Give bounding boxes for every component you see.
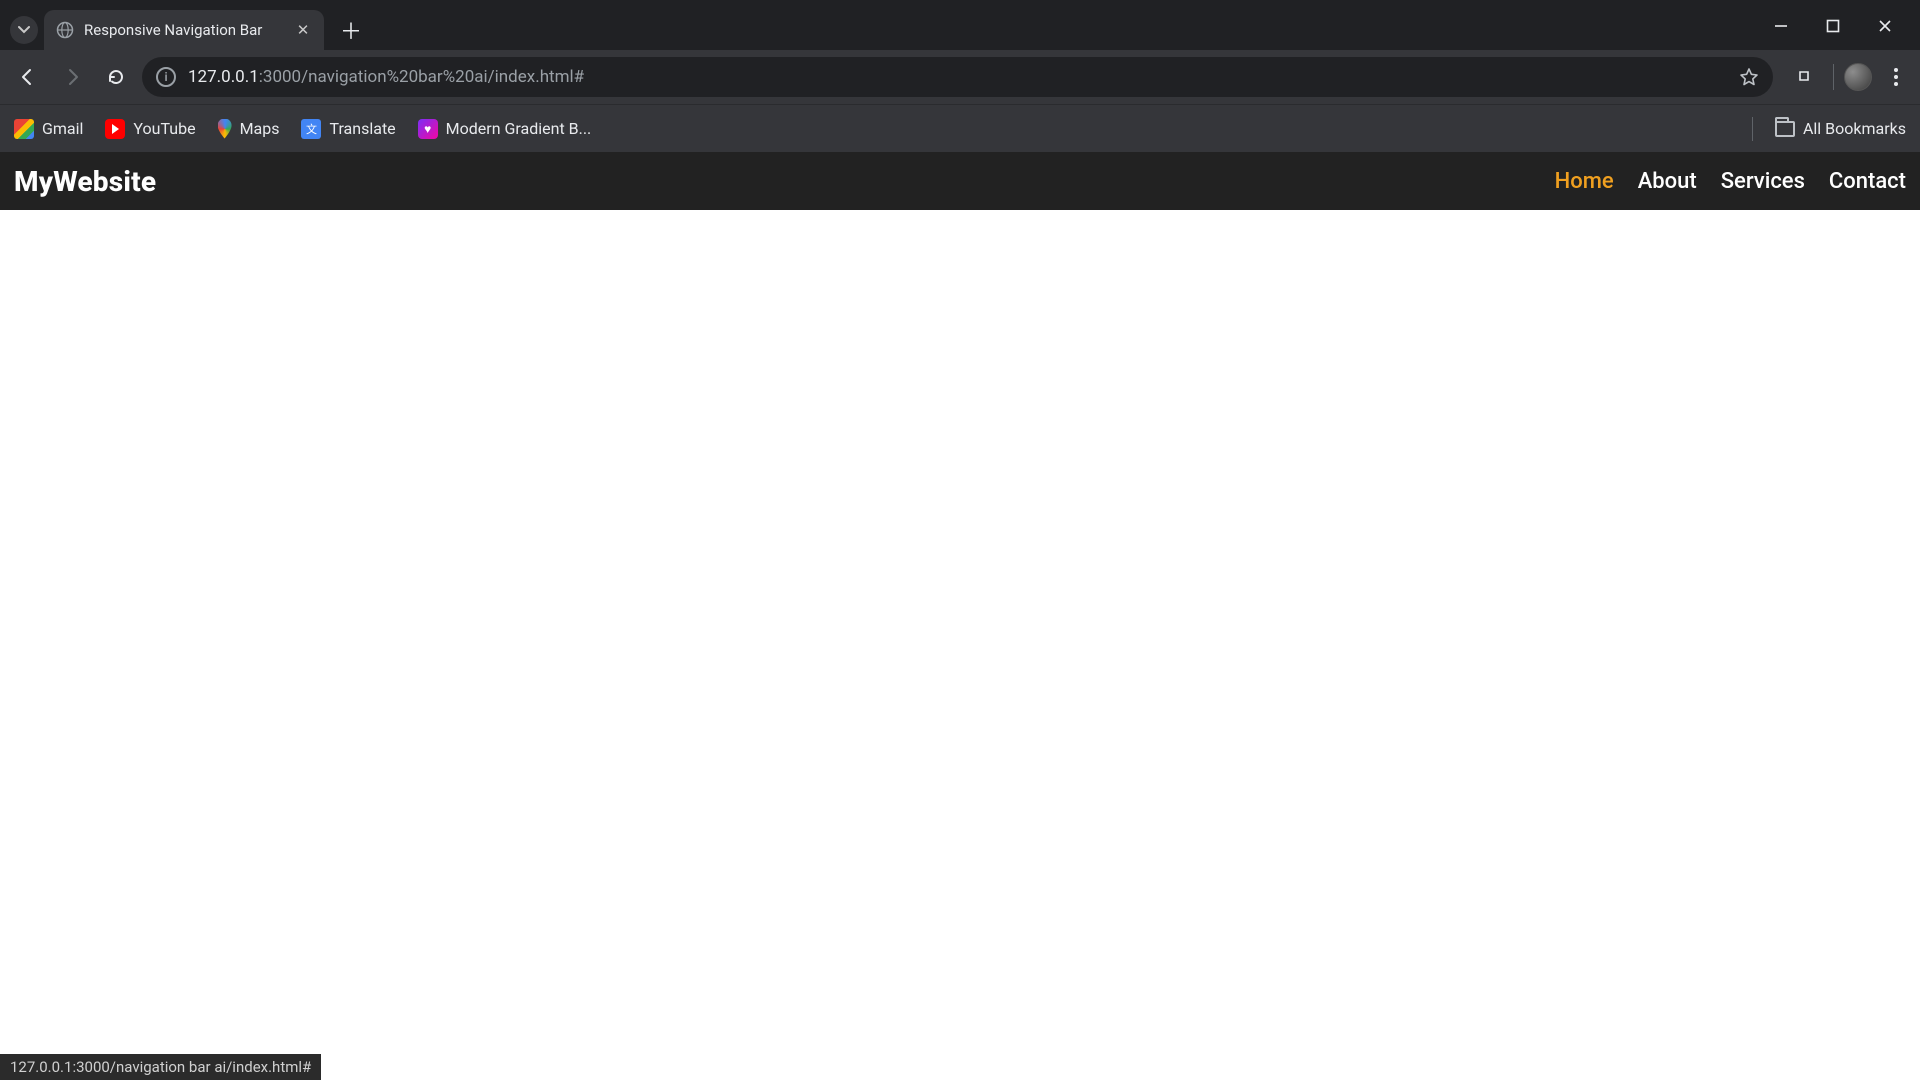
all-bookmarks-label: All Bookmarks [1803,119,1906,138]
tab-strip: Responsive Navigation Bar ✕ ＋ [0,0,1920,50]
tabs-dropdown-button[interactable] [10,16,38,44]
bookmark-label: Modern Gradient B... [446,119,592,138]
close-icon [1878,19,1892,33]
all-bookmarks-button[interactable]: All Bookmarks [1775,119,1906,138]
tab-close-button[interactable]: ✕ [294,21,312,39]
site-navigation-bar: MyWebsite Home About Services Contact [0,152,1920,210]
browser-toolbar: i 127.0.0.1:3000/navigation%20bar%20ai/i… [0,50,1920,104]
window-controls [1764,12,1920,50]
bookmarks-divider [1752,117,1753,141]
minimize-icon [1774,19,1788,33]
browser-tab[interactable]: Responsive Navigation Bar ✕ [44,10,324,50]
toolbar-right [1781,59,1910,95]
back-button[interactable] [10,59,46,95]
window-maximize-button[interactable] [1816,12,1850,40]
bookmark-star-button[interactable] [1739,67,1759,87]
translate-icon [301,119,321,139]
bookmark-label: Translate [329,119,395,138]
maps-pin-icon [218,119,232,139]
site-logo[interactable]: MyWebsite [14,165,156,198]
bookmark-gmail[interactable]: Gmail [14,119,83,139]
window-close-button[interactable] [1868,12,1902,40]
window-minimize-button[interactable] [1764,12,1798,40]
globe-icon [56,21,74,39]
reload-icon [106,67,126,87]
bookmark-label: Gmail [42,119,83,138]
heart-icon [418,119,438,139]
forward-button[interactable] [54,59,90,95]
site-nav-links: Home About Services Contact [1555,169,1906,194]
toolbar-divider [1833,64,1834,90]
tab-title: Responsive Navigation Bar [84,21,284,39]
arrow-left-icon [18,67,38,87]
nav-link-about[interactable]: About [1638,169,1697,194]
folder-icon [1775,121,1795,137]
nav-link-contact[interactable]: Contact [1829,169,1906,194]
bookmark-translate[interactable]: Translate [301,119,395,139]
bookmarks-bar: Gmail YouTube Maps Translate Modern Grad… [0,104,1920,152]
profile-avatar[interactable] [1844,63,1872,91]
site-info-icon[interactable]: i [156,67,176,87]
bookmark-label: Maps [240,119,280,138]
arrow-right-icon [62,67,82,87]
bookmark-label: YouTube [133,119,195,138]
bookmark-maps[interactable]: Maps [218,119,280,139]
puzzle-icon [1795,67,1815,87]
status-text: 127.0.0.1:3000/navigation bar ai/index.h… [10,1058,311,1076]
url-host: 127.0.0.1 [188,67,259,87]
url-text: 127.0.0.1:3000/navigation%20bar%20ai/ind… [188,67,1727,87]
extensions-button[interactable] [1787,59,1823,95]
new-tab-button[interactable]: ＋ [334,13,368,47]
youtube-icon [105,119,125,139]
page-viewport: MyWebsite Home About Services Contact 12… [0,152,1920,1080]
gmail-icon [14,119,34,139]
reload-button[interactable] [98,59,134,95]
maximize-icon [1826,19,1840,33]
browser-menu-button[interactable] [1882,68,1910,86]
star-icon [1739,67,1759,87]
url-path: :3000/navigation%20bar%20ai/index.html# [259,67,584,87]
link-status-bar: 127.0.0.1:3000/navigation bar ai/index.h… [0,1054,321,1080]
bookmark-youtube[interactable]: YouTube [105,119,195,139]
chevron-down-icon [18,24,30,36]
browser-chrome: Responsive Navigation Bar ✕ ＋ i [0,0,1920,152]
address-bar[interactable]: i 127.0.0.1:3000/navigation%20bar%20ai/i… [142,57,1773,97]
nav-link-services[interactable]: Services [1721,169,1805,194]
nav-link-home[interactable]: Home [1555,169,1614,194]
bookmark-modern-gradient[interactable]: Modern Gradient B... [418,119,592,139]
